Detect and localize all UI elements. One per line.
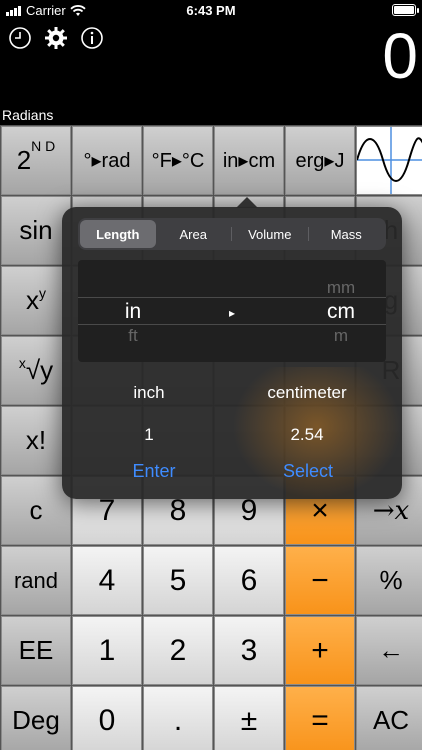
power-key[interactable]: xy xyxy=(1,266,71,335)
select-button[interactable]: Select xyxy=(223,461,393,482)
info-icon[interactable] xyxy=(80,26,104,50)
root-key[interactable]: x √y xyxy=(1,336,71,405)
tab-area[interactable]: Area xyxy=(156,220,232,248)
tab-mass[interactable]: Mass xyxy=(309,220,385,248)
fahrenheit-to-celsius-key[interactable]: °F▸°C xyxy=(143,126,213,195)
status-bar: Carrier 6:43 PM xyxy=(0,0,422,20)
tab-length[interactable]: Length xyxy=(80,220,156,248)
erg-to-joule-key[interactable]: erg▸J xyxy=(285,126,355,195)
battery-icon xyxy=(392,4,419,16)
equals-key[interactable]: = xyxy=(285,686,355,750)
in-to-cm-key[interactable]: in▸cm xyxy=(214,126,284,195)
degree-mode-key[interactable]: Deg xyxy=(1,686,71,750)
from-unit-name: inch xyxy=(133,383,165,402)
sine-graph-icon xyxy=(357,127,422,194)
from-unit-selected[interactable]: in xyxy=(78,300,188,324)
to-value: 2.54 xyxy=(290,425,324,444)
unit-converter-popover: Length Area Volume Mass in ft ▸ mm cm m … xyxy=(62,197,402,499)
percent-key[interactable]: % xyxy=(356,546,422,615)
digit-2-key[interactable]: 2 xyxy=(143,616,213,685)
unit-category-segmented-control: Length Area Volume Mass xyxy=(78,218,386,250)
angle-mode-label: Radians xyxy=(2,107,54,123)
digit-1-key[interactable]: 1 xyxy=(72,616,142,685)
tab-volume[interactable]: Volume xyxy=(232,220,308,248)
exponent-key[interactable]: EE xyxy=(1,616,71,685)
factorial-key[interactable]: x! xyxy=(1,406,71,475)
display-value: 0 xyxy=(382,20,418,92)
from-unit-below[interactable]: ft xyxy=(78,326,188,346)
clear-key[interactable]: c xyxy=(1,476,71,545)
power-exponent: y xyxy=(39,284,46,301)
backspace-key[interactable]: ← xyxy=(356,616,422,685)
subtract-key[interactable]: − xyxy=(285,546,355,615)
all-clear-key[interactable]: AC xyxy=(356,686,422,750)
digit-0-key[interactable]: 0 xyxy=(72,686,142,750)
to-unit-name: centimeter xyxy=(267,383,347,402)
clock-icon[interactable] xyxy=(8,26,32,50)
unit-picker[interactable]: in ft ▸ mm cm m xyxy=(78,260,386,362)
root-index: x xyxy=(18,354,26,371)
status-time: 6:43 PM xyxy=(186,3,236,18)
to-unit-selected[interactable]: cm xyxy=(278,300,386,324)
random-key[interactable]: rand xyxy=(1,546,71,615)
second-function-label: 2N D xyxy=(16,138,56,175)
graph-key[interactable] xyxy=(356,126,422,195)
power-base: x xyxy=(26,285,39,315)
digit-5-key[interactable]: 5 xyxy=(143,546,213,615)
sin-key[interactable]: sin xyxy=(1,196,71,265)
deg-to-rad-key[interactable]: °▸rad xyxy=(72,126,142,195)
sign-key[interactable]: ± xyxy=(214,686,284,750)
add-key[interactable]: + xyxy=(285,616,355,685)
from-value: 1 xyxy=(144,425,154,444)
conversion-arrow-icon: ▸ xyxy=(228,306,236,320)
gear-icon[interactable] xyxy=(44,26,68,50)
second-function-key[interactable]: 2N D xyxy=(1,126,71,195)
digit-4-key[interactable]: 4 xyxy=(72,546,142,615)
enter-button[interactable]: Enter xyxy=(69,461,239,482)
to-unit-below[interactable]: m xyxy=(278,326,386,346)
decimal-key[interactable]: . xyxy=(143,686,213,750)
digit-3-key[interactable]: 3 xyxy=(214,616,284,685)
to-unit-above[interactable]: mm xyxy=(278,278,386,298)
digit-6-key[interactable]: 6 xyxy=(214,546,284,615)
root-base: √y xyxy=(25,355,54,385)
